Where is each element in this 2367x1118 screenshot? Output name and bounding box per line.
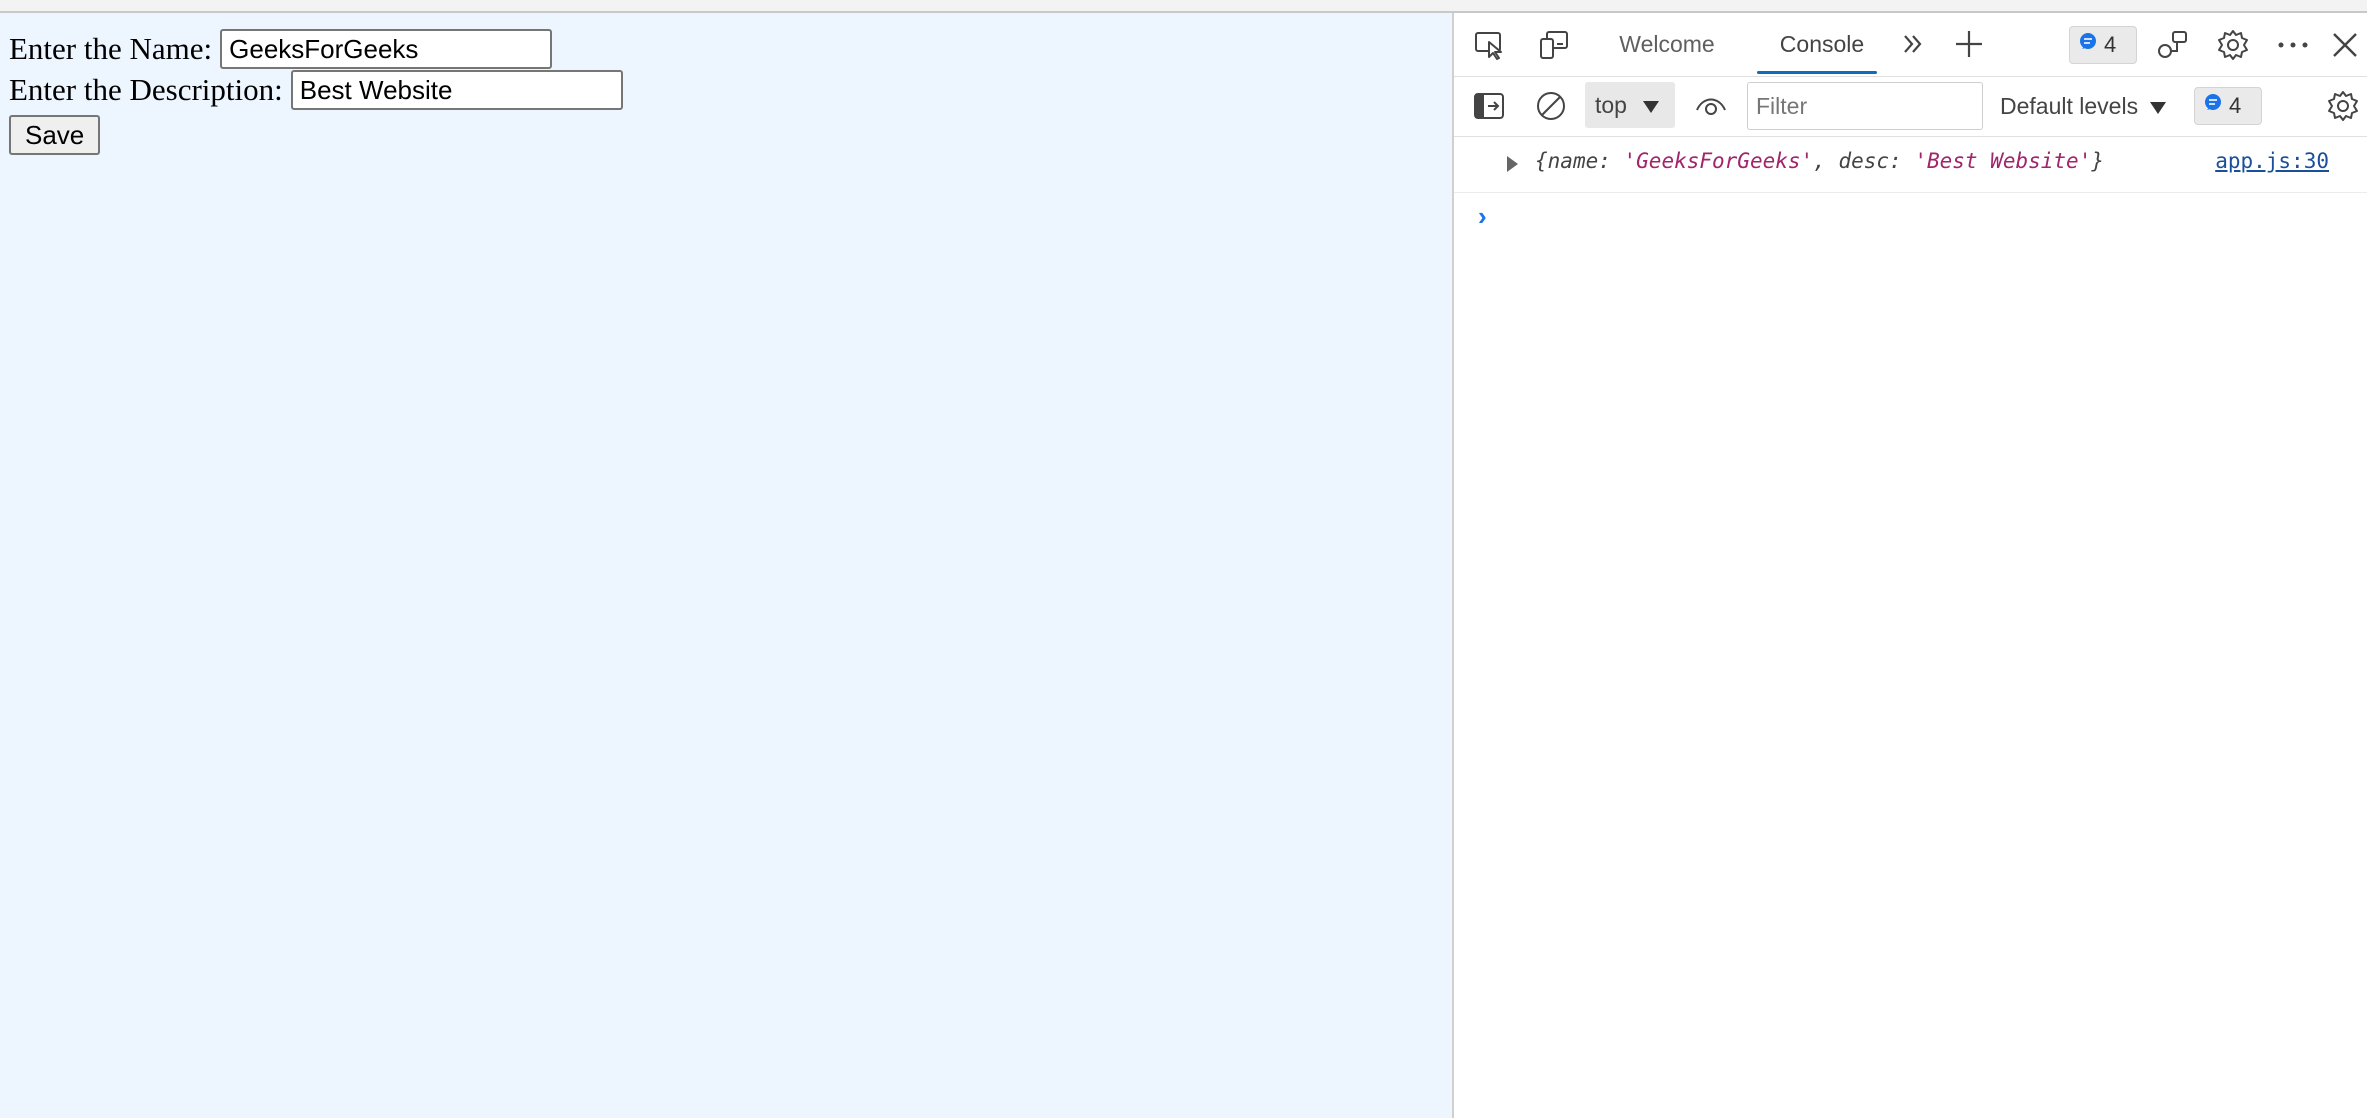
more-tabs-chevron-icon[interactable] — [1896, 27, 1930, 61]
context-select[interactable]: top — [1585, 82, 1675, 128]
log-value-desc: 'Best Website' — [1914, 149, 2092, 173]
log-levels-dropdown[interactable]: Default levels — [2000, 82, 2167, 130]
inspect-element-icon[interactable] — [1472, 27, 1508, 63]
devtools-panel: Welcome Console 4 top Filter Default lev… — [1452, 13, 2367, 1118]
messages-badge[interactable]: 4 — [2194, 87, 2262, 125]
brace-open: { — [1535, 149, 1548, 173]
expand-triangle-icon[interactable] — [1507, 156, 1518, 172]
save-button[interactable]: Save — [9, 115, 101, 155]
active-tab-indicator — [1757, 71, 1877, 74]
name-label: Enter the Name: — [9, 31, 213, 66]
log-key-name: name: — [1547, 149, 1624, 173]
close-icon[interactable] — [2326, 26, 2364, 64]
log-value-name: 'GeeksForGeeks' — [1623, 149, 1814, 173]
console-prompt-icon[interactable]: › — [1478, 201, 1487, 232]
caret-down-icon — [2150, 93, 2167, 120]
log-key-desc: desc: — [1838, 149, 1915, 173]
console-log-entry[interactable]: {name: 'GeeksForGeeks', desc: 'Best Webs… — [1454, 137, 2367, 193]
settings-gear-icon[interactable] — [2214, 26, 2252, 64]
name-input[interactable] — [220, 29, 553, 69]
console-toolbar: top Default levels 4 — [1454, 76, 2367, 137]
console-settings-gear-icon[interactable] — [2324, 87, 2362, 125]
devtools-tabbar: Welcome Console 4 — [1454, 13, 2367, 77]
description-label: Enter the Description: — [9, 72, 283, 107]
log-separator: , — [1813, 149, 1839, 173]
clear-console-icon[interactable] — [1532, 87, 1570, 125]
description-row: Enter the Description: — [9, 70, 623, 110]
console-output: {name: 'GeeksForGeeks', desc: 'Best Webs… — [1454, 137, 2367, 231]
caret-down-icon — [1642, 92, 1659, 119]
live-expression-eye-icon[interactable] — [1691, 87, 1731, 125]
add-tab-plus-icon[interactable] — [1951, 26, 1987, 62]
issues-count: 4 — [2104, 32, 2117, 57]
tab-welcome[interactable]: Welcome — [1602, 13, 1732, 76]
description-input[interactable] — [290, 70, 623, 110]
browser-top-edge — [0, 0, 2367, 13]
page-viewport: Enter the Name: Enter the Description: S… — [0, 13, 1452, 1118]
levels-label: Default levels — [2000, 92, 2139, 119]
tab-console[interactable]: Console — [1757, 13, 1887, 76]
issues-badge[interactable]: 4 — [2069, 26, 2137, 64]
log-source-link[interactable]: app.js:30 — [2215, 149, 2329, 173]
message-icon — [2078, 32, 2098, 58]
brace-close: } — [2091, 149, 2104, 173]
device-emulation-icon[interactable] — [1535, 27, 1571, 63]
sidebar-toggle-icon[interactable] — [1470, 87, 1508, 125]
name-row: Enter the Name: — [9, 29, 553, 69]
messages-count: 4 — [2229, 93, 2242, 118]
network-conditions-icon[interactable] — [2154, 26, 2192, 64]
more-options-icon[interactable] — [2274, 26, 2312, 64]
message-icon — [2203, 93, 2223, 119]
context-value: top — [1595, 91, 1627, 118]
filter-input[interactable] — [1747, 82, 1983, 130]
log-object-preview[interactable]: {name: 'GeeksForGeeks', desc: 'Best Webs… — [1535, 149, 2104, 173]
